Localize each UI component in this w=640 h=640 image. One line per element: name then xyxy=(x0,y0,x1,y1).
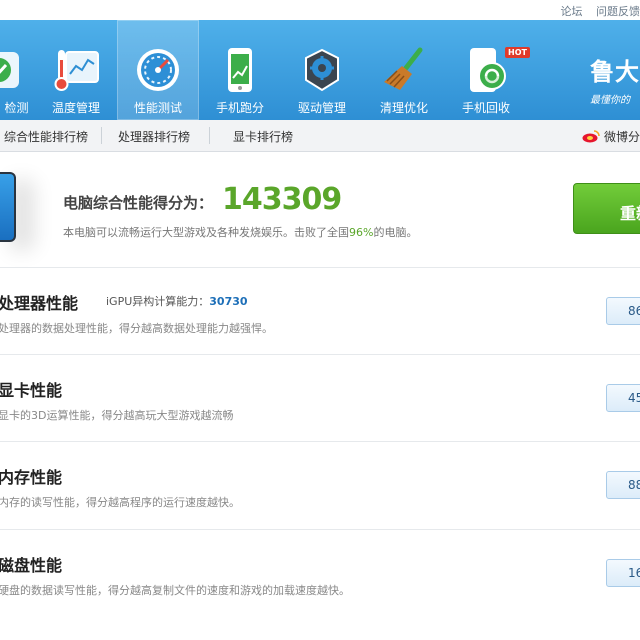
retest-button[interactable]: 重新 xyxy=(573,183,640,234)
nav-label: 手机跑分 xyxy=(215,101,264,115)
phone-recycle-icon xyxy=(470,48,506,92)
nav-item-check[interactable]: 检测 xyxy=(0,20,40,120)
phone-benchmark-icon xyxy=(228,48,252,92)
row-title: 内存性能 xyxy=(0,468,63,487)
top-strip: 论坛 问题反馈 xyxy=(0,0,640,20)
nav-item-cleanup[interactable]: 清理优化 xyxy=(363,20,445,120)
brand-name: 鲁大 xyxy=(590,57,640,86)
main-toolbar: 检测 温度管理 性能测试 手机跑分 驱动管理 清理优化 HOT 手机回收 鲁大 … xyxy=(0,20,640,120)
igpu-label-text: iGPU异构计算能力： xyxy=(106,295,210,308)
nav-item-phone-benchmark[interactable]: 手机跑分 xyxy=(199,20,281,120)
igpu-compute-value: 30730 xyxy=(209,295,248,308)
nav-label: 驱动管理 xyxy=(297,101,346,115)
brand-logo: 鲁大 最懂你的 xyxy=(590,52,640,106)
overall-score: 143309 xyxy=(222,182,342,217)
score-description: 本电脑可以流畅运行大型游戏及各种发烧娱乐。击败了全国96%的电脑。 xyxy=(63,224,417,240)
overall-score-panel: 电脑综合性能得分为： 143309 本电脑可以流畅运行大型游戏及各种发烧娱乐。击… xyxy=(0,152,640,267)
nav-label: 温度管理 xyxy=(51,101,100,115)
row-description: 处理器的数据处理性能，得分越高数据处理能力越强悍。 xyxy=(0,322,273,335)
nav-label: 清理优化 xyxy=(379,101,428,115)
igpu-compute-label: iGPU异构计算能力：30730 xyxy=(106,293,248,309)
disk-performance-row: 磁盘性能 硬盘的数据读写性能，得分越高复制文件的速度和游戏的加载速度越快。 16 xyxy=(0,529,640,617)
gpu-score-button[interactable]: 45 xyxy=(606,384,640,412)
disk-score-button[interactable]: 16 xyxy=(606,559,640,587)
nav-item-driver[interactable]: 驱动管理 xyxy=(281,20,363,120)
weibo-share-button[interactable]: 微博分 xyxy=(582,128,640,145)
tab-overall-ranking[interactable]: 综合性能排行榜 xyxy=(4,128,88,145)
score-title: 电脑综合性能得分为： xyxy=(63,194,214,212)
ranking-subnav: 综合性能排行榜 处理器排行榜 显卡排行榜 微博分 xyxy=(0,120,640,152)
nav-label: 检测 xyxy=(4,101,29,115)
brand-slogan: 最懂你的 xyxy=(590,95,630,106)
nav-label: 性能测试 xyxy=(133,101,182,115)
top-links: 论坛 问题反馈 xyxy=(551,3,640,19)
tab-cpu-ranking[interactable]: 处理器排行榜 xyxy=(118,128,190,145)
broom-icon xyxy=(384,47,423,90)
row-description: 硬盘的数据读写性能，得分越高复制文件的速度和游戏的加载速度越快。 xyxy=(0,584,350,597)
hot-badge: HOT xyxy=(505,47,530,58)
weibo-icon xyxy=(582,130,600,143)
speedometer-icon xyxy=(137,49,179,91)
computer-device-icon xyxy=(0,172,16,242)
driver-gear-icon xyxy=(305,48,339,92)
thermometer-icon xyxy=(54,50,99,91)
row-title: 处理器性能 xyxy=(0,294,79,313)
row-title: 磁盘性能 xyxy=(0,556,63,575)
score-desc-end: 的电脑。 xyxy=(373,226,418,239)
row-description: 内存的读写性能，得分越高程序的运行速度越快。 xyxy=(0,496,240,509)
weibo-label: 微博分 xyxy=(603,130,640,144)
tab-gpu-ranking[interactable]: 显卡排行榜 xyxy=(233,128,293,145)
tab-divider xyxy=(101,127,102,144)
nav-label: 手机回收 xyxy=(461,101,510,115)
memory-score-button[interactable]: 88 xyxy=(606,471,640,499)
hardware-check-icon xyxy=(0,52,19,88)
nav-item-performance[interactable]: 性能测试 xyxy=(117,20,199,120)
score-desc-text: 本电脑可以流畅运行大型游戏及各种发烧娱乐。击败了全国 xyxy=(63,226,349,239)
row-title: 显卡性能 xyxy=(0,381,63,400)
cpu-score-button[interactable]: 86 xyxy=(606,297,640,325)
cpu-performance-row: 处理器性能 iGPU异构计算能力：30730 处理器的数据处理性能，得分越高数据… xyxy=(0,267,640,355)
forum-link[interactable]: 论坛 xyxy=(561,5,583,18)
row-description: 显卡的3D运算性能，得分越高玩大型游戏越流畅 xyxy=(0,409,234,422)
feedback-link[interactable]: 问题反馈 xyxy=(596,5,640,18)
gpu-performance-row: 显卡性能 显卡的3D运算性能，得分越高玩大型游戏越流畅 45 xyxy=(0,354,640,442)
beat-percentage: 96% xyxy=(349,226,374,239)
tab-divider xyxy=(209,127,210,144)
nav-item-phone-recycle[interactable]: HOT 手机回收 xyxy=(445,20,530,120)
nav-item-temperature[interactable]: 温度管理 xyxy=(35,20,117,120)
memory-performance-row: 内存性能 内存的读写性能，得分越高程序的运行速度越快。 88 xyxy=(0,441,640,529)
